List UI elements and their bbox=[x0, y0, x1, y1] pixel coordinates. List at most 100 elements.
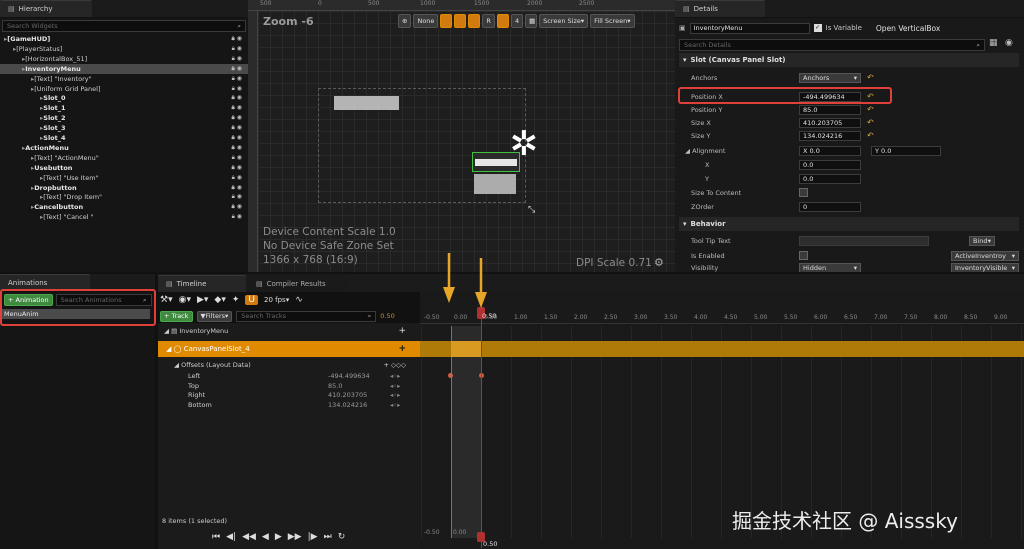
lock-visibility-icons[interactable]: 🔒︎ ◉ bbox=[231, 104, 242, 112]
fill-screen-dropdown[interactable]: Fill Screen ▾ bbox=[590, 14, 635, 28]
lock-visibility-icons[interactable]: 🔒︎ ◉ bbox=[231, 94, 242, 102]
grid-size-button[interactable]: 4 bbox=[510, 14, 524, 28]
open-verticalbox-link[interactable]: Open VerticalBox bbox=[876, 24, 940, 33]
hierarchy-item[interactable]: ▸ [PlayerStatus] 🔒︎ ◉ bbox=[0, 44, 248, 54]
prev-key-icon[interactable]: ◀| bbox=[226, 532, 236, 542]
lock-visibility-icons[interactable]: 🔒︎ ◉ bbox=[231, 124, 242, 132]
offset-property-row[interactable]: Left -494.499634 ◂◦▸ bbox=[158, 371, 420, 381]
size-x-input[interactable]: 410.203705 bbox=[799, 117, 861, 128]
filters-dropdown[interactable]: ▼ Filters ▾ bbox=[196, 310, 233, 322]
designer-viewport[interactable]: 500 0 500 1000 1500 2000 2500 ✲ ⤡ Zoom -… bbox=[248, 0, 675, 272]
lock-visibility-icons[interactable]: 🔒︎ ◉ bbox=[232, 154, 242, 162]
alignment-y-input[interactable]: Y 0.0 bbox=[871, 145, 941, 156]
play-icon[interactable]: ▶ bbox=[275, 532, 282, 542]
hierarchy-item[interactable]: ▸ [Text] "Cancel " 🔒︎ ◉ bbox=[0, 212, 248, 222]
tab-details[interactable]: ▤ Details bbox=[675, 0, 765, 17]
hierarchy-item[interactable]: ▸ [Uniform Grid Panel] 🔒︎ ◉ bbox=[0, 84, 248, 94]
lock-visibility-icons[interactable]: 🔒︎ ◉ bbox=[231, 114, 242, 122]
grid-view-icon[interactable]: ▦ bbox=[989, 38, 998, 48]
key-nav-icon[interactable]: ◂◦▸ bbox=[390, 401, 400, 409]
loop-icon[interactable]: ↻ bbox=[338, 532, 346, 542]
track-slot-row[interactable]: ◢ ◯ CanvasPanelSlot_4 + bbox=[158, 341, 420, 357]
screen-size-dropdown[interactable]: Screen Size ▾ bbox=[539, 14, 589, 28]
y-input[interactable]: 0.0 bbox=[799, 173, 861, 184]
lock-visibility-icons[interactable]: 🔒︎ ◉ bbox=[232, 55, 242, 63]
offset-property-row[interactable]: Right 410.203705 ◂◦▸ bbox=[158, 390, 420, 400]
play-icon[interactable]: ▶▾ bbox=[197, 295, 208, 305]
lock-visibility-icons[interactable]: 🔒︎ ◉ bbox=[231, 134, 242, 142]
hierarchy-item[interactable]: ▸ Slot_3 🔒︎ ◉ bbox=[0, 123, 248, 133]
hierarchy-item[interactable]: ▸ Slot_2 🔒︎ ◉ bbox=[0, 113, 248, 123]
snap-grid-icon[interactable] bbox=[440, 14, 453, 28]
offsets-group-row[interactable]: ◢ Offsets (Layout Data) + ◇◇◇ bbox=[174, 360, 420, 370]
hierarchy-item[interactable]: ▸ [Text] "Inventory" 🔒︎ ◉ bbox=[0, 74, 248, 84]
next-key-icon[interactable]: |▶ bbox=[308, 532, 318, 542]
slot-section-header[interactable]: ▾ Slot (Canvas Panel Slot) bbox=[679, 53, 1019, 67]
lock-visibility-icons[interactable]: 🔒︎ ◉ bbox=[232, 45, 242, 53]
hierarchy-item[interactable]: ▸ Slot_0 🔒︎ ◉ bbox=[0, 93, 248, 103]
gear-icon[interactable]: ⚙ bbox=[654, 256, 664, 269]
hierarchy-item[interactable]: ▸ [GameHUD] 🔒︎ ◉ bbox=[0, 34, 248, 44]
track-root-row[interactable]: ◢ ▤ InventoryMenu + bbox=[164, 326, 420, 336]
respect-locks-icon[interactable] bbox=[468, 14, 481, 28]
step-forward-icon[interactable]: ▶▶ bbox=[288, 532, 302, 542]
hierarchy-item[interactable]: ▸ InventoryMenu 🔒︎ ◉ bbox=[0, 63, 248, 74]
key-icon[interactable]: ⚒▾ bbox=[160, 295, 173, 305]
widget-name-input[interactable]: InventoryMenu bbox=[689, 22, 810, 34]
details-search-input[interactable]: Search Details ⌕ bbox=[679, 39, 985, 51]
zorder-input[interactable]: 0 bbox=[799, 201, 861, 212]
key-nav-icon[interactable]: ◂◦▸ bbox=[390, 391, 400, 399]
reset-arrow-icon[interactable]: ↶ bbox=[867, 73, 874, 82]
tooltip-input[interactable] bbox=[799, 235, 929, 246]
hierarchy-item[interactable]: ▸ Slot_1 🔒︎ ◉ bbox=[0, 103, 248, 113]
lock-visibility-icons[interactable]: 🔒︎ ◉ bbox=[231, 184, 242, 192]
step-back-icon[interactable]: ◀◀ bbox=[242, 532, 256, 542]
add-track-button[interactable]: + Track bbox=[160, 310, 193, 322]
key-nav-icon[interactable]: ◂◦▸ bbox=[390, 382, 400, 390]
magnet-icon[interactable]: U bbox=[245, 295, 259, 305]
eye-icon[interactable]: ◉ bbox=[1005, 38, 1013, 48]
play-reverse-icon[interactable]: ◀ bbox=[262, 532, 269, 542]
hierarchy-search-input[interactable]: Search Widgets ⌕ bbox=[2, 20, 246, 32]
hierarchy-item[interactable]: ▸ Usebutton 🔒︎ ◉ bbox=[0, 163, 248, 173]
add-icon[interactable]: + bbox=[398, 326, 406, 336]
is-enabled-checkbox[interactable] bbox=[799, 251, 808, 260]
hierarchy-item[interactable]: ▸ [Text] "Drop Item" 🔒︎ ◉ bbox=[0, 192, 248, 202]
diamond-icon[interactable]: ◆▾ bbox=[214, 295, 225, 305]
grid-snap-icon[interactable] bbox=[496, 14, 509, 28]
offset-property-row[interactable]: Top 85.0 ◂◦▸ bbox=[158, 381, 420, 391]
is-enabled-bind-dropdown[interactable]: ActiveInventroy ▾ bbox=[951, 250, 1019, 261]
bind-dropdown[interactable]: Bind ▾ bbox=[969, 235, 995, 246]
tab-compiler-results[interactable]: ▤ Compiler Results bbox=[248, 275, 348, 292]
reset-arrow-icon[interactable]: ↶ bbox=[867, 118, 874, 127]
key-nav-icon[interactable]: ◂◦▸ bbox=[390, 372, 400, 380]
curve-icon[interactable]: ∿ bbox=[295, 295, 303, 305]
anchors-dropdown[interactable]: Anchors ▾ bbox=[799, 72, 861, 83]
lock-visibility-icons[interactable]: 🔒︎ ◉ bbox=[232, 85, 242, 93]
lock-visibility-icons[interactable]: 🔒︎ ◉ bbox=[231, 164, 242, 172]
globe-icon[interactable]: ⊕ bbox=[398, 14, 412, 28]
lock-visibility-icons[interactable]: 🔒︎ ◉ bbox=[232, 193, 242, 201]
fps-dropdown[interactable]: 20 fps▾ bbox=[264, 296, 289, 304]
behavior-section-header[interactable]: ▾ Behavior bbox=[679, 217, 1019, 231]
to-start-icon[interactable]: ⏮ bbox=[212, 532, 220, 542]
tab-hierarchy[interactable]: ▤ Hierarchy bbox=[0, 0, 92, 17]
visibility-dropdown[interactable]: Hidden ▾ bbox=[799, 263, 861, 272]
resize-handle-icon[interactable]: ⤡ bbox=[528, 205, 535, 215]
anchor-flower-icon[interactable]: ✲ bbox=[506, 126, 542, 162]
snap-grid-icon[interactable] bbox=[454, 14, 467, 28]
hierarchy-item[interactable]: ▸ Slot_4 🔒︎ ◉ bbox=[0, 133, 248, 143]
track-search-input[interactable]: Search Tracks ⌕ bbox=[236, 310, 377, 322]
eye-icon[interactable]: ◉▾ bbox=[179, 295, 191, 305]
to-end-icon[interactable]: ⏭ bbox=[324, 532, 332, 542]
hierarchy-item[interactable]: ▸ Dropbutton 🔒︎ ◉ bbox=[0, 183, 248, 193]
action-menu-widget[interactable] bbox=[474, 174, 516, 194]
add-icon[interactable]: + bbox=[398, 344, 406, 354]
lock-visibility-icons[interactable]: 🔒︎ ◉ bbox=[231, 65, 242, 73]
alignment-x-input[interactable]: X 0.0 bbox=[799, 145, 861, 156]
hierarchy-item[interactable]: ▸ [HorizontalBox_51] 🔒︎ ◉ bbox=[0, 54, 248, 64]
position-y-input[interactable]: 85.0 bbox=[799, 104, 861, 115]
x-input[interactable]: 0.0 bbox=[799, 159, 861, 170]
size-to-content-checkbox[interactable] bbox=[799, 188, 808, 197]
lock-visibility-icons[interactable]: 🔒︎ ◉ bbox=[232, 174, 242, 182]
